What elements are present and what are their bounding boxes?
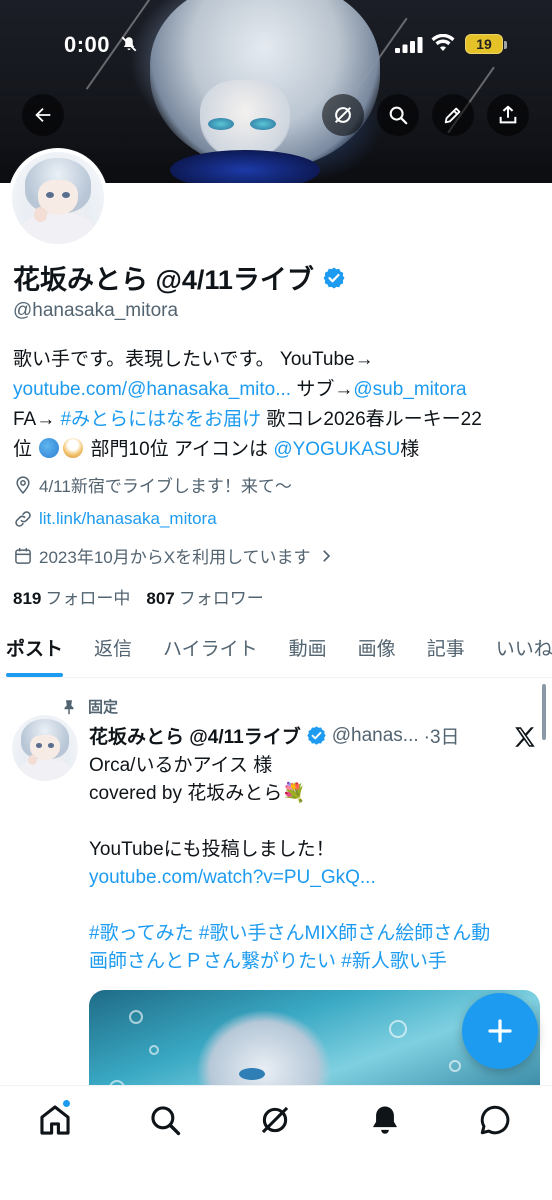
bio-line: 位 部門10位 アイコンは @YOGUKASU様	[13, 435, 543, 465]
pinned-label: 固定	[88, 699, 119, 716]
edit-icon	[444, 107, 461, 124]
pinned-indicator: 固定	[60, 696, 118, 717]
profile-avatar[interactable]	[8, 148, 108, 248]
search-icon	[389, 106, 408, 125]
grok-icon[interactable]	[258, 1103, 292, 1137]
compose-post-button[interactable]	[462, 993, 538, 1069]
status-bar: 0:00 19	[0, 0, 552, 92]
followers-count: 807	[146, 589, 175, 608]
shaved-ice-emoji-icon	[63, 438, 84, 458]
profile-website[interactable]: lit.link/hanasaka_mitora	[13, 509, 217, 529]
location-pin-icon	[16, 475, 30, 494]
grok-icon	[334, 106, 352, 124]
post-line: YouTubeにも投稿しました！	[89, 839, 335, 860]
post-hashtags[interactable]: #歌ってみた #歌い手さんMIX師さん絵師さん動	[89, 920, 539, 948]
share-icon	[499, 105, 517, 124]
plus-icon	[488, 1019, 512, 1043]
back-button[interactable]	[22, 94, 64, 136]
post-author-name[interactable]: 花坂みとら @4/11ライブ	[89, 722, 301, 749]
bio-text: 様	[400, 439, 420, 460]
tab-videos[interactable]: 動画	[289, 622, 327, 677]
follow-stats: 819 フォロー中 807 フォロワー	[13, 584, 264, 609]
verified-badge-icon	[307, 726, 326, 745]
search-button[interactable]	[377, 94, 419, 136]
link-icon	[15, 511, 31, 527]
sub-account-mention[interactable]: @sub_mitora	[353, 379, 466, 400]
home-notification-dot	[62, 1099, 71, 1108]
back-arrow-icon	[35, 107, 51, 123]
post-timestamp[interactable]: ·3日	[424, 722, 460, 749]
silent-mode-icon	[121, 36, 137, 52]
dolphin-emoji-icon	[39, 438, 60, 458]
chevron-right-icon	[322, 549, 330, 562]
profile-name-row: 花坂みとら @4/11ライブ	[13, 258, 346, 297]
post-author-avatar[interactable]	[12, 715, 78, 781]
profile-location: 4/11新宿でライブします！来て〜	[13, 472, 292, 497]
profile-handle: @hanasaka_mitora	[13, 300, 179, 321]
messages-icon[interactable]	[478, 1103, 512, 1137]
bio-line: 歌い手です。表現したいです。 YouTube→	[13, 349, 374, 370]
verified-badge-icon[interactable]	[322, 266, 346, 290]
post-text: Orca/いるかアイス 様 covered by 花坂みとら💐 YouTubeに…	[89, 752, 539, 976]
post-line	[89, 808, 539, 836]
tab-articles[interactable]: 記事	[427, 622, 465, 677]
profile-name: 花坂みとら @4/11ライブ	[13, 265, 314, 295]
profile-tabs: ポスト 返信 ハイライト 動画 画像 記事 いいね	[0, 622, 552, 678]
bottom-navigation	[0, 1085, 552, 1200]
bio-text: FA→	[13, 409, 61, 430]
tab-posts[interactable]: ポスト	[6, 622, 64, 677]
location-text: 4/11新宿でライブします！来て〜	[39, 477, 292, 496]
tab-images[interactable]: 画像	[358, 622, 396, 677]
icon-artist-mention[interactable]: @YOGUKASU	[273, 439, 400, 460]
tab-highlights[interactable]: ハイライト	[163, 622, 258, 677]
website-link[interactable]: lit.link/hanasaka_mitora	[39, 509, 217, 529]
following-label: フォロー中	[45, 589, 131, 608]
bio-line: youtube.com/@hanasaka_mito... サブ→@sub_mi…	[13, 375, 543, 405]
followers-link[interactable]: 807 フォロワー	[146, 584, 263, 609]
bio-line: FA→ #みとらにはなをお届け 歌コレ2026春ルーキー22	[13, 405, 543, 435]
post-youtube-link[interactable]: youtube.com/watch?v=PU_GkQ...	[89, 864, 539, 892]
followers-label: フォロワー	[178, 589, 264, 608]
status-time: 0:00	[64, 32, 111, 57]
profile-joined[interactable]: 2023年10月からXを利用しています	[13, 543, 335, 568]
home-icon[interactable]	[38, 1103, 72, 1137]
calendar-icon	[15, 547, 31, 564]
fa-hashtag-link[interactable]: #みとらにはなをお届け	[61, 409, 262, 430]
notifications-icon[interactable]	[368, 1103, 402, 1137]
share-button[interactable]	[487, 94, 529, 136]
bio-text: 位	[13, 439, 38, 460]
grok-button[interactable]	[322, 94, 364, 136]
post-line: Orca/いるかアイス 様	[89, 755, 273, 776]
youtube-link[interactable]: youtube.com/@hanasaka_mito...	[13, 379, 291, 400]
post-hashtags[interactable]: 画師さんとＰさん繋がりたい #新人歌い手	[89, 948, 539, 976]
profile-bio: 歌い手です。表現したいです。 YouTube→ youtube.com/@han…	[13, 345, 543, 465]
bio-text: 歌コレ2026春ルーキー22	[261, 409, 482, 430]
bio-text: サブ→	[291, 379, 354, 400]
post-line	[89, 892, 539, 920]
search-icon[interactable]	[148, 1103, 182, 1137]
scrollbar[interactable]	[542, 684, 546, 740]
following-link[interactable]: 819 フォロー中	[13, 584, 130, 609]
post-line: covered by 花坂みとら💐	[89, 783, 306, 804]
battery-indicator: 19	[465, 34, 507, 54]
bio-text: 部門10位 アイコンは	[85, 439, 274, 460]
post-author-handle: @hanas...	[331, 724, 419, 746]
edit-profile-button[interactable]	[432, 94, 474, 136]
post-header: 花坂みとら @4/11ライブ @hanas... ·3日	[89, 722, 460, 749]
tab-replies[interactable]: 返信	[94, 622, 132, 677]
pin-icon	[64, 699, 74, 714]
wifi-icon	[431, 34, 455, 51]
x-logo-icon	[515, 727, 535, 747]
following-count: 819	[13, 589, 42, 608]
joined-text: 2023年10月からXを利用しています	[39, 548, 311, 567]
tab-likes[interactable]: いいね	[496, 622, 552, 677]
cellular-signal-icon	[395, 37, 423, 53]
